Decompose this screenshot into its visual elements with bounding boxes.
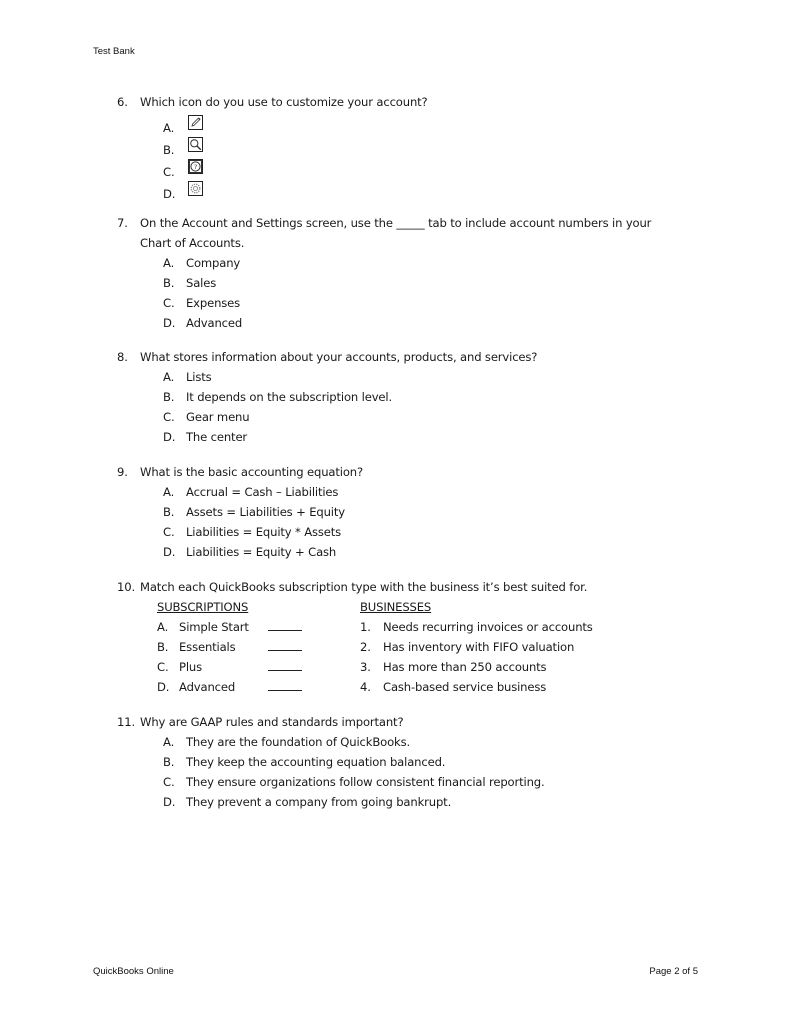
option-letter: D. <box>163 545 176 559</box>
option-letter: A. <box>163 735 175 749</box>
option-text: They keep the accounting equation balanc… <box>186 755 446 769</box>
subscription-name: Advanced <box>179 680 236 694</box>
option-letter: A. <box>163 121 175 135</box>
question-text: What is the basic accounting equation? <box>140 465 363 479</box>
business-text: Cash-based service business <box>383 680 547 694</box>
business-text: Has inventory with FIFO valuation <box>383 640 575 654</box>
question-number: 7. <box>117 216 128 230</box>
subscriptions-heading: SUBSCRIPTIONS <box>157 600 249 614</box>
document-page: Test Bank 6. Which icon do you use to cu… <box>0 0 791 1024</box>
option-letter: B. <box>163 755 175 769</box>
question-number: 8. <box>117 350 128 364</box>
subscription-name: Simple Start <box>179 620 249 634</box>
business-number: 2. <box>360 640 371 654</box>
option-letter: A. <box>163 485 175 499</box>
svg-text:?: ? <box>194 163 197 171</box>
help-question-icon: ? <box>188 159 203 174</box>
question-number: 11. <box>117 715 135 729</box>
option-text: Accrual = Cash – Liabilities <box>186 485 339 499</box>
option-letter: D. <box>163 187 176 201</box>
option-text: They prevent a company from going bankru… <box>186 795 452 809</box>
option-letter: B. <box>163 143 175 157</box>
option-text: Assets = Liabilities + Equity <box>186 505 345 519</box>
footer-title: QuickBooks Online <box>93 966 174 977</box>
option-letter: C. <box>163 525 175 539</box>
page-header: Test Bank <box>93 46 135 57</box>
option-letter: C. <box>163 775 175 789</box>
question-number: 6. <box>117 95 128 109</box>
option-text: Sales <box>186 276 217 290</box>
question-text: What stores information about your accou… <box>140 350 538 364</box>
option-letter: A. <box>163 370 175 384</box>
question-text: On the Account and Settings screen, use … <box>140 216 652 230</box>
business-number: 3. <box>360 660 371 674</box>
subscription-name: Plus <box>179 660 203 674</box>
business-text: Has more than 250 accounts <box>383 660 547 674</box>
answer-blank[interactable] <box>268 680 302 694</box>
option-text: It depends on the subscription level. <box>186 390 393 404</box>
option-text: Lists <box>186 370 212 384</box>
option-letter: D. <box>163 795 176 809</box>
question-text-continued: Chart of Accounts. <box>140 236 245 250</box>
option-text: Advanced <box>186 316 243 330</box>
subscription-letter: A. <box>157 620 169 634</box>
option-letter: B. <box>163 505 175 519</box>
option-letter: C. <box>163 165 175 179</box>
gear-icon <box>188 181 203 196</box>
subscription-letter: D. <box>157 680 170 694</box>
option-letter: D. <box>163 430 176 444</box>
option-letter: C. <box>163 296 175 310</box>
pencil-icon <box>188 115 203 130</box>
subscription-letter: C. <box>157 660 169 674</box>
business-number: 1. <box>360 620 371 634</box>
option-text: Liabilities = Equity + Cash <box>186 545 337 559</box>
option-letter: B. <box>163 276 175 290</box>
option-letter: C. <box>163 410 175 424</box>
question-text: Match each QuickBooks subscription type … <box>140 580 588 594</box>
businesses-heading: BUSINESSES <box>360 600 432 614</box>
option-text: They are the foundation of QuickBooks. <box>186 735 411 749</box>
option-letter: A. <box>163 256 175 270</box>
option-letter: B. <box>163 390 175 404</box>
answer-blank[interactable] <box>268 640 302 654</box>
option-text: The center <box>186 430 248 444</box>
question-number: 10. <box>117 580 135 594</box>
business-text: Needs recurring invoices or accounts <box>383 620 593 634</box>
magnifier-icon <box>188 137 203 152</box>
option-text: Liabilities = Equity * Assets <box>186 525 342 539</box>
question-text: Which icon do you use to customize your … <box>140 95 428 109</box>
question-text: Why are GAAP rules and standards importa… <box>140 715 404 729</box>
option-text: Gear menu <box>186 410 250 424</box>
question-number: 9. <box>117 465 128 479</box>
option-text: They ensure organizations follow consist… <box>186 775 545 789</box>
option-letter: D. <box>163 316 176 330</box>
page-number: Page 2 of 5 <box>649 966 698 977</box>
answer-blank[interactable] <box>268 660 302 674</box>
business-number: 4. <box>360 680 371 694</box>
option-text: Expenses <box>186 296 241 310</box>
subscription-name: Essentials <box>179 640 236 654</box>
answer-blank[interactable] <box>268 620 302 634</box>
option-text: Company <box>186 256 241 270</box>
subscription-letter: B. <box>157 640 169 654</box>
